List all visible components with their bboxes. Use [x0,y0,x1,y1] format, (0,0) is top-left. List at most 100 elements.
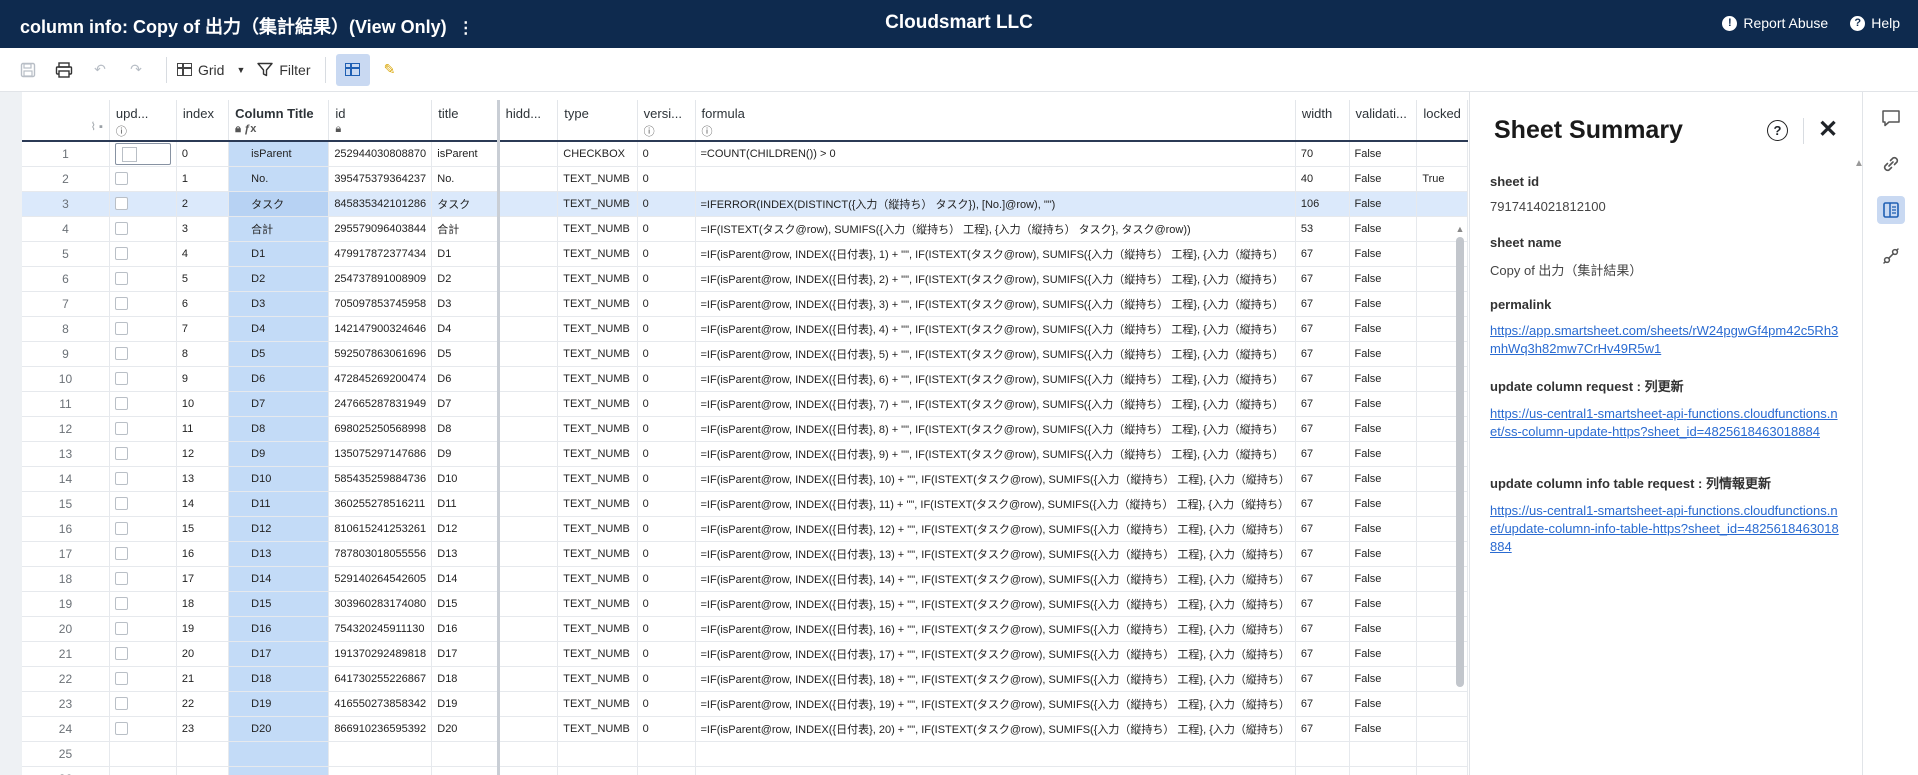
update-checkbox[interactable] [114,672,128,685]
update-checkbox[interactable] [114,597,128,610]
cell-formula[interactable]: =IF(isParent@row, INDEX({日付表}, 14) + "",… [695,566,1296,592]
cell-ver[interactable]: 0 [637,266,696,292]
cell-ct[interactable]: D20 [228,716,330,742]
cell-id[interactable]: 529140264542605 [328,566,433,592]
cell-valid[interactable]: False [1349,716,1418,742]
cell-title[interactable]: D19 [431,691,500,717]
cell-id[interactable]: 845835342101286 [328,191,433,217]
cell-index[interactable]: 11 [176,416,230,442]
column-header[interactable]: formula ⓘ [695,100,1296,142]
cell-type[interactable] [557,741,638,767]
cell-title[interactable]: D18 [431,666,500,692]
cell-ver[interactable]: 0 [637,366,696,392]
update-checkbox[interactable] [114,697,128,710]
cell-valid[interactable]: False [1349,491,1418,517]
cell-title[interactable]: D10 [431,466,500,492]
cell-index[interactable]: 8 [176,341,230,367]
cell-index[interactable]: 3 [176,216,230,242]
cell-title[interactable]: D20 [431,716,500,742]
table-row[interactable]: 19 18 D15 303960283174080 D15 TEXT_NUMB 0 =IF(i… [22,591,1468,617]
row-header-cell[interactable]: ⌇ ▪ [22,100,110,142]
cell-valid[interactable]: False [1349,191,1418,217]
cell-type[interactable]: TEXT_NUMB [557,241,638,267]
cell-valid[interactable]: False [1349,366,1418,392]
cell-width[interactable]: 67 [1295,341,1350,367]
row-number[interactable]: 21 [22,641,110,667]
column-header[interactable]: type [557,100,638,142]
help-link[interactable]: ? Help [1850,15,1900,31]
cell-valid[interactable]: False [1349,616,1418,642]
table-row[interactable]: 2 1 No. 395475379364237 No. TEXT_NUMB 0 40 False… [22,166,1468,192]
cell-index[interactable]: 14 [176,491,230,517]
cell-formula[interactable]: =IF(isParent@row, INDEX({日付表}, 6) + "", … [695,366,1296,392]
cell-formula[interactable]: =IF(isParent@row, INDEX({日付表}, 5) + "", … [695,341,1296,367]
cell-locked[interactable] [1416,191,1468,217]
view-grid-dropdown[interactable]: Grid ▼ [177,54,245,86]
cell-hidden[interactable] [498,541,559,567]
cell-ct[interactable]: 合計 [228,216,330,242]
cell-id[interactable]: 142147900324646 [328,316,433,342]
cell-formula[interactable]: =IF(isParent@row, INDEX({日付表}, 8) + "", … [695,416,1296,442]
update-checkbox-cell[interactable] [109,291,177,317]
cell-type[interactable] [557,766,638,775]
update-checkbox[interactable] [114,297,128,310]
update-checkbox[interactable] [114,322,128,335]
update-checkbox[interactable] [114,572,128,585]
cell-title[interactable]: D11 [431,491,500,517]
cell-hidden[interactable] [498,441,559,467]
update-checkbox[interactable] [114,422,128,435]
cell-valid[interactable]: False [1349,141,1418,167]
cell-width[interactable]: 67 [1295,441,1350,467]
cell-ver[interactable]: 0 [637,166,696,192]
update-checkbox-cell[interactable] [109,416,177,442]
cell-hidden[interactable] [498,166,559,192]
cell-hidden[interactable] [498,716,559,742]
cell-title[interactable]: D6 [431,366,500,392]
cell-title[interactable]: D15 [431,591,500,617]
column-header[interactable]: upd... ⓘ [109,100,177,142]
cell-valid[interactable] [1349,766,1418,775]
cell-type[interactable]: TEXT_NUMB [557,191,638,217]
table-row[interactable]: 24 23 D20 866910236595392 D20 TEXT_NUMB 0 =IF(i… [22,716,1468,742]
update-checkbox[interactable] [114,397,128,410]
cell-id[interactable]: 585435259884736 [328,466,433,492]
cell-title[interactable]: No. [431,166,500,192]
row-number[interactable]: 17 [22,541,110,567]
table-row[interactable]: 14 13 D10 585435259884736 D10 TEXT_NUMB 0 =IF(i… [22,466,1468,492]
cell-index[interactable]: 6 [176,291,230,317]
scroll-up-arrow-icon[interactable]: ▲ [1453,224,1467,236]
cell-title[interactable]: D14 [431,566,500,592]
cell-hidden[interactable] [498,241,559,267]
cell-id[interactable]: 191370292489818 [328,641,433,667]
row-number[interactable]: 2 [22,166,110,192]
cell-ct[interactable]: D13 [228,541,330,567]
row-number[interactable]: 19 [22,591,110,617]
cell-title[interactable]: D16 [431,616,500,642]
update-checkbox[interactable] [114,472,128,485]
cell-ver[interactable]: 0 [637,141,696,167]
cell-hidden[interactable] [498,416,559,442]
cell-type[interactable]: TEXT_NUMB [557,391,638,417]
cell-type[interactable]: CHECKBOX [557,141,638,167]
update-checkbox-cell[interactable] [109,641,177,667]
update-checkbox[interactable] [114,272,128,285]
update-checkbox-cell[interactable] [109,166,177,192]
sheet-summary-icon[interactable] [1877,196,1905,224]
cell-index[interactable]: 10 [176,391,230,417]
column-header[interactable]: versi... ⓘ [637,100,696,142]
cell-type[interactable]: TEXT_NUMB [557,541,638,567]
cell-ct[interactable]: D1 [228,241,330,267]
column-header[interactable]: index [176,100,230,142]
cell-title[interactable]: D5 [431,341,500,367]
cell-index[interactable]: 9 [176,366,230,392]
table-row[interactable]: 4 3 合計 295579096403844 合計 TEXT_NUMB 0 =IF(ISTEX… [22,216,1468,242]
cell-ver[interactable]: 0 [637,291,696,317]
update-checkbox-cell[interactable] [109,391,177,417]
cell-formula[interactable]: =IF(ISTEXT(タスク@row), SUMIFS({入力（縦持ち） 工程}… [695,216,1296,242]
row-number[interactable]: 23 [22,691,110,717]
cell-valid[interactable]: False [1349,566,1418,592]
update-checkbox[interactable] [114,372,128,385]
cell-hidden[interactable] [498,466,559,492]
update-checkbox-cell[interactable] [109,766,177,775]
update-checkbox-cell[interactable] [109,441,177,467]
